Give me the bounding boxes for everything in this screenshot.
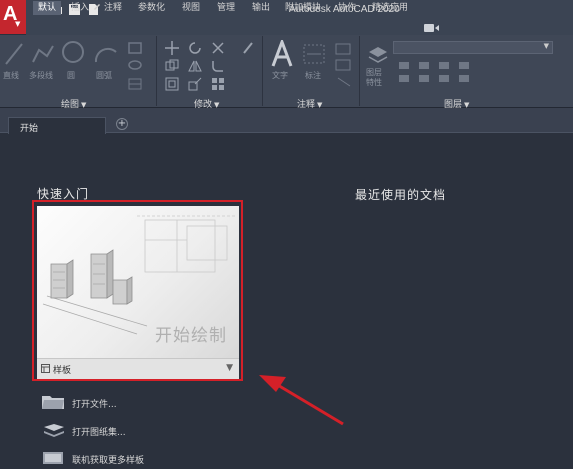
tab-output[interactable]: 输出 xyxy=(252,1,270,15)
open-files-link[interactable]: 打开文件... xyxy=(72,397,117,410)
tab-parametric[interactable]: 参数化 xyxy=(138,1,165,15)
stretch-icon[interactable] xyxy=(165,77,179,91)
start-drawing-label: 开始绘制 xyxy=(155,326,227,346)
tab-view[interactable]: 视图 xyxy=(182,1,200,15)
recent-documents-heading: 最近使用的文档 xyxy=(355,188,447,202)
template-selector[interactable]: 样板 ▼ xyxy=(37,358,239,379)
panel-divider xyxy=(359,36,360,106)
template-label: 样板 xyxy=(53,366,72,376)
autocad-logo-icon[interactable]: A ▼ xyxy=(0,0,26,34)
template-icon xyxy=(41,364,50,373)
polyline-icon[interactable] xyxy=(31,42,55,66)
more-templates-icon xyxy=(43,452,63,464)
line-icon[interactable] xyxy=(4,42,24,66)
tab-start[interactable]: 开始 xyxy=(8,117,106,134)
trim-icon[interactable] xyxy=(211,41,225,55)
mirror-icon[interactable] xyxy=(188,59,202,73)
open-sheet-set-link[interactable]: 打开图纸集... xyxy=(72,425,126,438)
dimension-label: 标注 xyxy=(305,71,321,80)
dimension-icon[interactable] xyxy=(301,42,327,66)
tab-start-label: 开始 xyxy=(20,124,39,134)
rotate-icon[interactable] xyxy=(188,41,202,55)
panel-divider xyxy=(156,36,157,106)
line-label: 直线 xyxy=(3,71,19,80)
new-tab-button[interactable]: + xyxy=(116,118,128,130)
scale-icon[interactable] xyxy=(188,77,202,91)
copy-icon[interactable] xyxy=(165,59,179,73)
video-icon[interactable] xyxy=(424,23,440,33)
chevron-down-icon: ▼ xyxy=(15,20,21,28)
arc-icon[interactable] xyxy=(94,42,118,66)
open-folder-icon xyxy=(42,396,64,409)
fillet-icon[interactable] xyxy=(211,59,225,73)
chevron-down-icon: ▼ xyxy=(543,42,549,50)
layer-dropdown[interactable]: ▼ xyxy=(393,41,553,54)
tab-addins[interactable]: 附加模块 xyxy=(285,1,321,15)
circle-icon[interactable] xyxy=(61,40,85,64)
start-drawing-card[interactable]: 开始绘制 xyxy=(37,206,239,358)
table-icon[interactable] xyxy=(128,78,142,90)
save-as-icon[interactable] xyxy=(88,4,100,15)
autocad-window: A ▼ Autodesk AutoCAD 2020 默认 插入 注释 参数化 视… xyxy=(0,0,573,469)
annotation-tools-icon[interactable] xyxy=(334,42,354,90)
tab-annotate[interactable]: 注释 xyxy=(104,1,122,15)
layer-props-label: 图层 特性 xyxy=(366,68,382,87)
layer-icon[interactable] xyxy=(367,44,389,66)
tab-manage[interactable]: 管理 xyxy=(217,1,235,15)
arc-label: 圆弧 xyxy=(96,71,112,80)
tab-insert[interactable]: 插入 xyxy=(71,1,89,15)
get-more-templates-link[interactable]: 联机获取更多样板 xyxy=(72,453,144,466)
tab-collaborate[interactable]: 协作 xyxy=(338,1,356,15)
text-label: 文字 xyxy=(272,71,288,80)
dropdown-arrow-icon[interactable]: ▼ xyxy=(226,363,233,373)
sheet-set-icon xyxy=(44,424,64,437)
polyline-label: 多段线 xyxy=(29,71,53,80)
tab-default[interactable]: 默认 xyxy=(33,1,62,15)
move-icon[interactable] xyxy=(165,41,179,55)
circle-label: 圆 xyxy=(67,71,75,80)
ribbon-tab-bar xyxy=(26,20,573,35)
tab-featured-apps[interactable]: 精选应用 xyxy=(372,1,408,15)
erase-icon[interactable] xyxy=(242,41,254,55)
text-icon[interactable] xyxy=(270,40,294,68)
panel-divider xyxy=(262,36,263,106)
hatch-icon[interactable] xyxy=(128,60,142,70)
layer-tools-icon[interactable] xyxy=(397,60,497,86)
array-icon[interactable] xyxy=(211,77,225,91)
rectangle-icon[interactable] xyxy=(128,42,142,54)
